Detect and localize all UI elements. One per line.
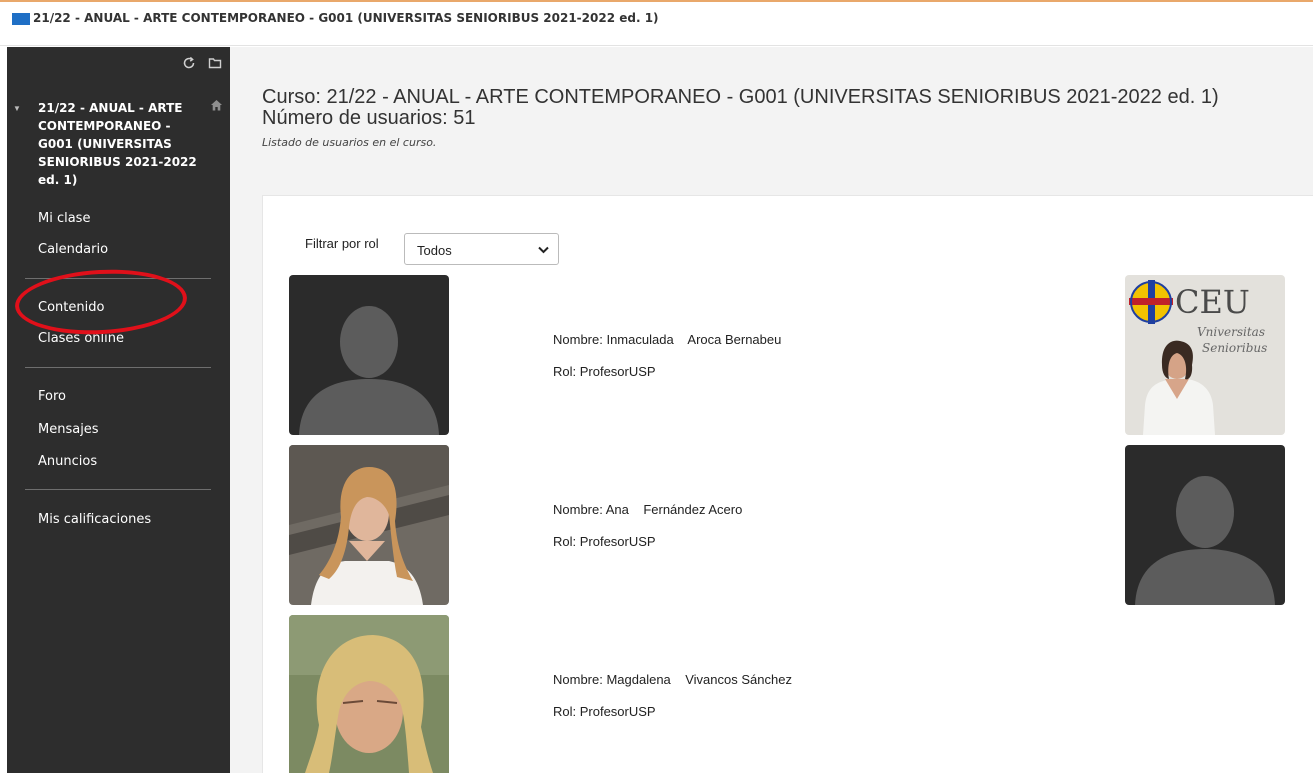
user-name: Nombre: Inmaculada Aroca Bernabeu bbox=[553, 332, 782, 347]
sidebar-item-calendario[interactable]: Calendario bbox=[38, 242, 108, 257]
sidebar-item-anuncios[interactable]: Anuncios bbox=[38, 454, 97, 469]
sidebar-divider bbox=[25, 489, 211, 490]
user-name: Nombre: Ana Fernández Acero bbox=[553, 502, 743, 517]
course-sidebar: ▼ 21/22 - ANUAL - ARTE CONTEMPORANEO - G… bbox=[7, 47, 230, 773]
role-filter-value: Todos bbox=[417, 243, 452, 258]
user-avatar-default bbox=[289, 275, 449, 435]
filter-role-label: Filtrar por rol bbox=[305, 236, 379, 251]
user-name: Nombre: Magdalena Vivancos Sánchez bbox=[553, 672, 792, 687]
folder-icon[interactable] bbox=[208, 56, 222, 70]
ceu-logo-text: CEU bbox=[1175, 283, 1250, 321]
ceu-logo-line1: Vniversitas bbox=[1197, 325, 1265, 339]
ceu-logo-line2: Senioribus bbox=[1202, 341, 1268, 355]
user-role: Rol: ProfesorUSP bbox=[553, 364, 656, 379]
role-filter-select[interactable]: Todos bbox=[404, 233, 559, 265]
user-avatar-default bbox=[1125, 445, 1285, 605]
user-role: Rol: ProfesorUSP bbox=[553, 534, 656, 549]
user-role: Rol: ProfesorUSP bbox=[553, 704, 656, 719]
course-name-heading: Curso: 21/22 - ANUAL - ARTE CONTEMPORANE… bbox=[262, 86, 1219, 108]
sidebar-tools bbox=[182, 56, 222, 70]
sidebar-divider bbox=[25, 367, 211, 368]
sidebar-item-foro[interactable]: Foro bbox=[38, 389, 66, 404]
home-icon[interactable] bbox=[210, 99, 223, 117]
refresh-icon[interactable] bbox=[182, 56, 196, 70]
user-photo-avatar bbox=[289, 445, 449, 605]
page-description: Listado de usuarios en el curso. bbox=[262, 136, 437, 149]
chevron-down-icon bbox=[538, 246, 549, 254]
course-title[interactable]: 21/22 - ANUAL - ARTE CONTEMPORANEO - G00… bbox=[38, 99, 198, 189]
breadcrumb[interactable]: 21/22 - ANUAL - ARTE CONTEMPORANEO - G00… bbox=[33, 11, 659, 25]
course-color-icon bbox=[12, 13, 30, 25]
top-bar: 21/22 - ANUAL - ARTE CONTEMPORANEO - G00… bbox=[0, 2, 1313, 46]
sidebar-item-mis-calificaciones[interactable]: Mis calificaciones bbox=[38, 512, 151, 527]
sidebar-item-mensajes[interactable]: Mensajes bbox=[38, 422, 99, 437]
sidebar-item-mi-clase[interactable]: Mi clase bbox=[38, 211, 90, 226]
user-photo-avatar bbox=[289, 615, 449, 773]
user-count-heading: Número de usuarios: 51 bbox=[262, 107, 476, 129]
collapse-caret-icon[interactable]: ▼ bbox=[13, 104, 21, 113]
